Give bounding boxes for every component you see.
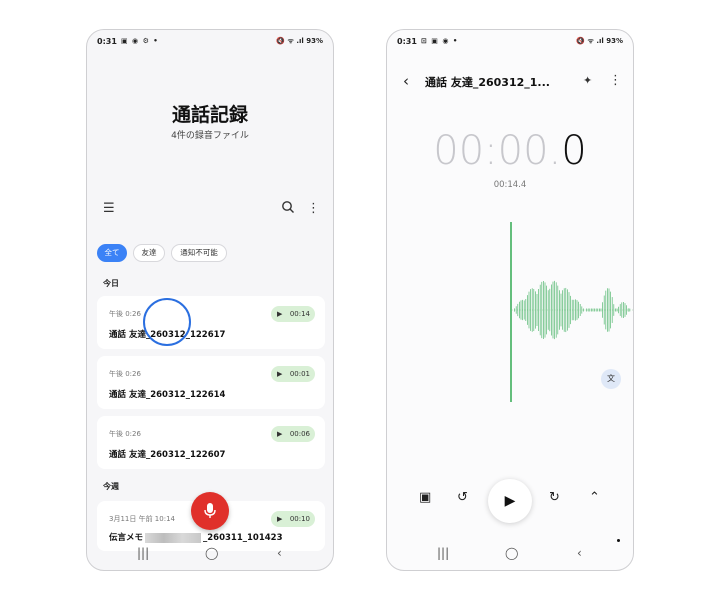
recording-time: 午後 0:26 xyxy=(109,310,141,318)
ai-sparkle-icon[interactable]: ✦ xyxy=(583,74,592,87)
back-nav-icon[interactable]: ‹ xyxy=(277,546,282,560)
record-button[interactable] xyxy=(191,492,229,530)
transcribe-icon[interactable]: 文 xyxy=(601,369,621,389)
rewind-icon[interactable]: ↺ xyxy=(457,490,468,505)
chevron-up-icon[interactable]: ⌃ xyxy=(589,490,600,505)
page-title: 通話記録 xyxy=(171,104,248,126)
recording-card[interactable]: 午後 0:26 通話 友達_260312_122617 ▶ 00:14 xyxy=(97,296,325,349)
play-duration-button[interactable]: ▶ 00:10 xyxy=(271,511,315,527)
status-bar: 0:31 ⊡ ▣ ◉ • 🔇 ᯤ .ıl 93% xyxy=(397,37,623,49)
play-duration-button[interactable]: ▶ 00:01 xyxy=(271,366,315,382)
system-nav-bar: ||| ◯ ‹ xyxy=(387,546,633,564)
back-arrow-icon[interactable]: ‹ xyxy=(403,72,409,90)
recording-name-suffix: _260311_101423 xyxy=(203,533,283,543)
duration-label: 00:10 xyxy=(289,515,310,523)
playback-timer: 00:00.0 xyxy=(387,128,633,174)
duration-label: 00:01 xyxy=(289,370,310,378)
recording-card[interactable]: 午後 0:26 通話 友達_260312_122614 ▶ 00:01 xyxy=(97,356,325,409)
play-icon: ▶ xyxy=(277,430,283,438)
recording-time: 午後 0:26 xyxy=(109,430,141,438)
page-subtitle: 4件の録音ファイル xyxy=(171,131,249,141)
play-icon: ▶ xyxy=(277,370,283,378)
timer-dim: 00:00. xyxy=(433,128,562,174)
play-button[interactable]: ▶ xyxy=(488,479,532,523)
recording-card[interactable]: 午後 0:26 通話 友達_260312_122607 ▶ 00:06 xyxy=(97,416,325,469)
timer-bright: 0 xyxy=(561,128,587,174)
bookmark-icon[interactable]: ▣ xyxy=(419,490,431,505)
status-time: 0:31 xyxy=(397,37,417,46)
duration-label: 00:06 xyxy=(289,430,310,438)
back-nav-icon[interactable]: ‹ xyxy=(577,546,582,560)
filter-chip-all[interactable]: 全て xyxy=(97,244,127,262)
redacted-block xyxy=(145,532,202,543)
section-this-week: 今週 xyxy=(103,482,119,491)
search-icon[interactable] xyxy=(281,200,295,218)
section-today: 今日 xyxy=(103,279,119,288)
status-bar: 0:31 ▣ ◉ ⚙ • 🔇 ᯤ .ıl 93% xyxy=(97,37,323,49)
tap-highlight-circle xyxy=(143,298,191,346)
phone-recordings-list: 0:31 ▣ ◉ ⚙ • 🔇 ᯤ .ıl 93% 通話記録 4件の録音ファイル … xyxy=(86,29,334,571)
recording-time: 午後 0:26 xyxy=(109,370,141,378)
recents-icon[interactable]: ||| xyxy=(437,546,449,560)
status-icons-left: ▣ ◉ ⚙ • xyxy=(121,37,159,45)
forward-icon[interactable]: ↻ xyxy=(549,490,560,505)
home-icon[interactable]: ◯ xyxy=(505,546,518,560)
phone-player: 0:31 ⊡ ▣ ◉ • 🔇 ᯤ .ıl 93% ‹ 通話 友達_260312_… xyxy=(386,29,634,571)
status-icons-left: ⊡ ▣ ◉ • xyxy=(421,37,459,45)
recents-icon[interactable]: ||| xyxy=(137,546,149,560)
status-icons-right: 🔇 ᯤ .ıl 93% xyxy=(276,37,323,45)
play-duration-button[interactable]: ▶ 00:06 xyxy=(271,426,315,442)
more-vert-icon[interactable]: ⋮ xyxy=(307,201,320,216)
recording-title: 通話 友達_260312_1... xyxy=(425,76,550,89)
filter-chip-no-notify[interactable]: 通知不可能 xyxy=(171,244,227,262)
menu-icon[interactable]: ☰ xyxy=(103,201,115,216)
filter-chip-friends[interactable]: 友達 xyxy=(133,244,165,262)
recording-name-prefix: 伝言メモ xyxy=(109,533,144,543)
play-icon: ▶ xyxy=(277,310,283,318)
recording-name: 通話 友達_260312_122607 xyxy=(109,450,226,460)
status-icons-right: 🔇 ᯤ .ıl 93% xyxy=(576,37,623,45)
more-vert-icon[interactable]: ⋮ xyxy=(609,73,622,88)
recording-time: 3月11日 午前 10:14 xyxy=(109,515,175,523)
status-time: 0:31 xyxy=(97,37,117,46)
total-duration: 00:14.4 xyxy=(493,180,527,190)
recording-name: 通話 友達_260312_122614 xyxy=(109,390,226,400)
play-duration-button[interactable]: ▶ 00:14 xyxy=(271,306,315,322)
mic-icon xyxy=(204,503,216,518)
home-icon[interactable]: ◯ xyxy=(205,546,218,560)
waveform[interactable] xyxy=(387,210,633,410)
play-icon: ▶ xyxy=(277,515,283,523)
recording-name: 伝言メモ _260311_101423 xyxy=(109,531,283,543)
system-nav-bar: ||| ◯ ‹ xyxy=(87,546,333,564)
play-icon: ▶ xyxy=(504,493,516,509)
duration-label: 00:14 xyxy=(289,310,310,318)
indicator-dot xyxy=(617,539,620,542)
